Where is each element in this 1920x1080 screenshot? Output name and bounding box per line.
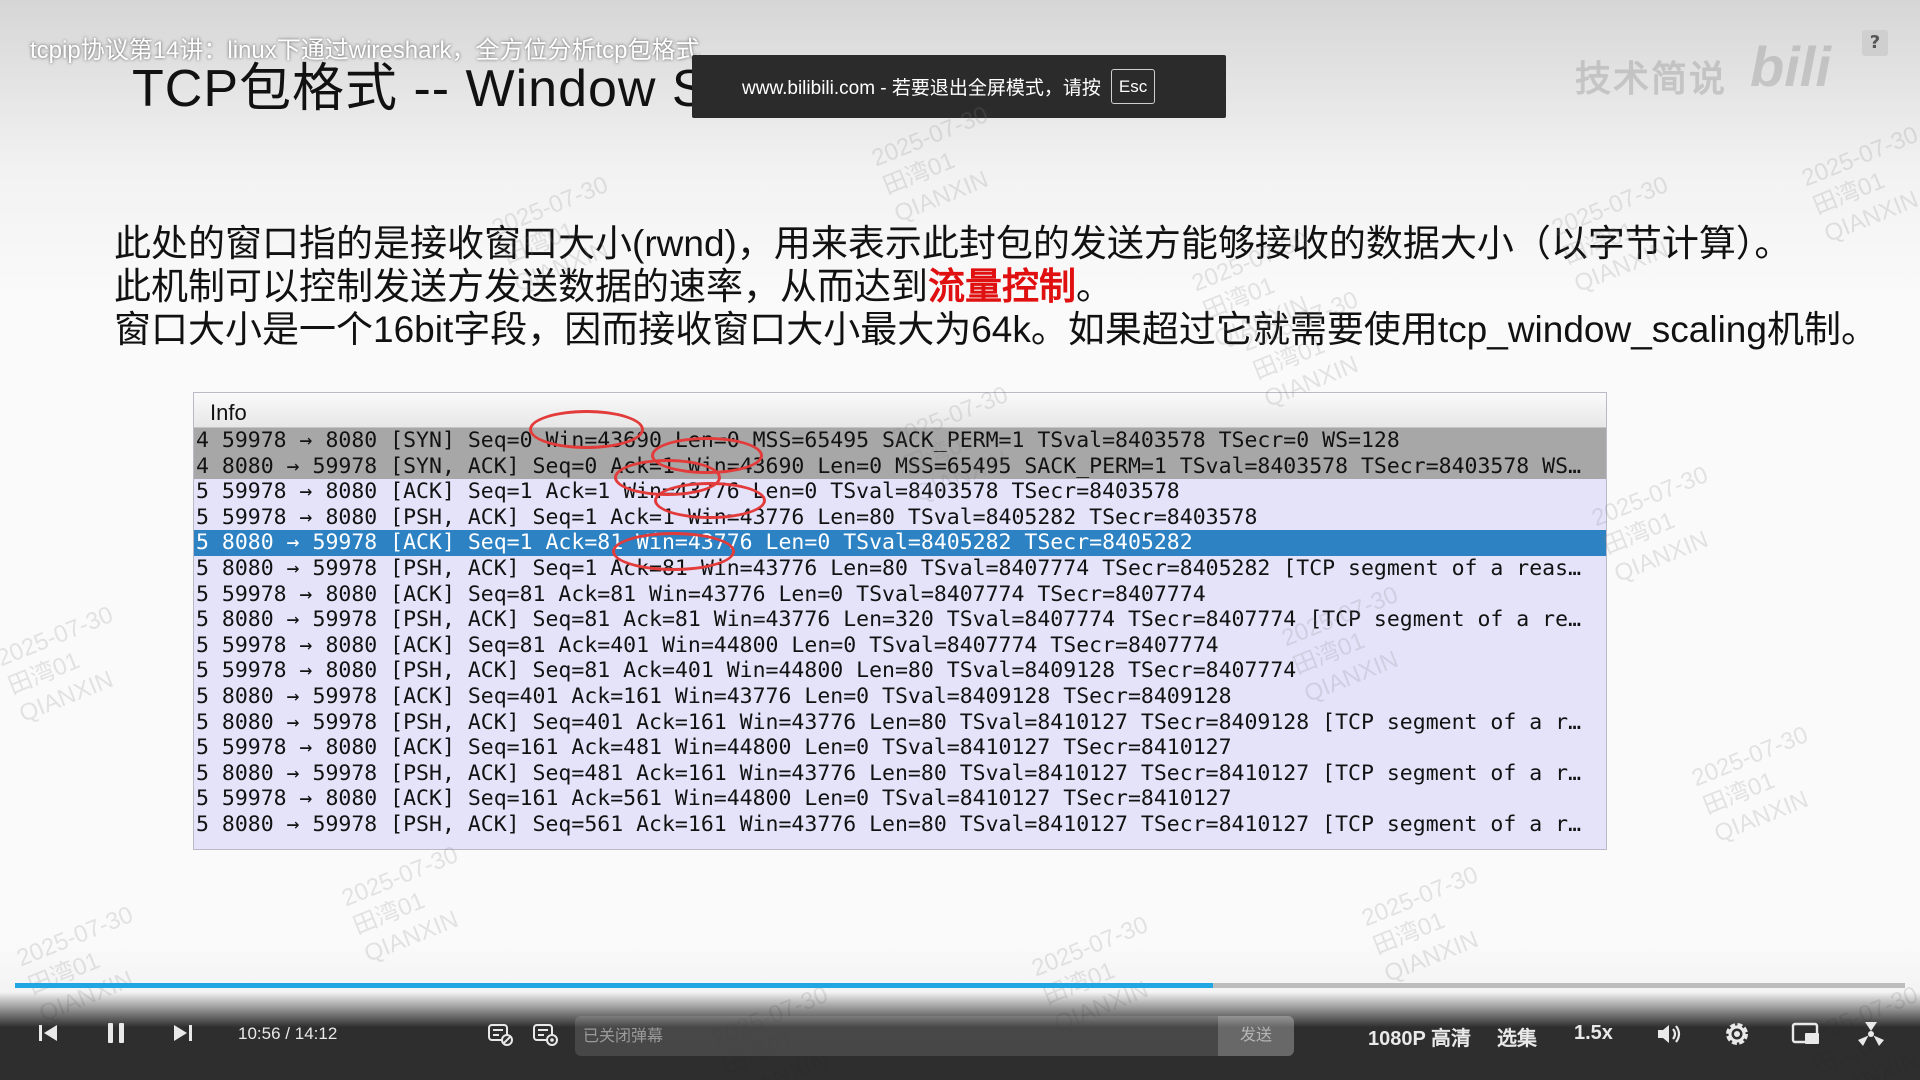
watermark-user: 田湾01 [24, 947, 104, 1001]
watermark-org: QIANXIN [1710, 785, 1813, 848]
watermark-date: 2025-07-30 [337, 841, 462, 913]
esc-key: Esc [1110, 69, 1156, 104]
logo-text: 技术简说 [1575, 58, 1728, 99]
danmaku-input[interactable] [575, 1016, 1225, 1056]
channel-logo: 技术简说 bili [1575, 30, 1895, 100]
volume-icon[interactable] [1655, 1021, 1683, 1047]
video-frame[interactable]: TCP包格式 -- Window Size tcpip协议第14讲：linux下… [0, 0, 1920, 1080]
skip-previous-icon[interactable] [37, 1022, 59, 1044]
packet-row[interactable]: 5 59978 → 8080 [PSH, ACK] Seq=1 Ack=1 Wi… [194, 505, 1606, 531]
watermark-org: QIANXIN [1610, 525, 1713, 588]
watermark-org: QIANXIN [890, 165, 993, 228]
watermark-text: 2025-07-30田湾01QIANXIN [868, 100, 1016, 229]
packet-row[interactable]: 5 59978 → 8080 [ACK] Seq=161 Ack=481 Win… [194, 735, 1606, 761]
watermark-date: 2025-07-30 [1687, 721, 1812, 793]
bilibili-logo: bili [1750, 35, 1831, 98]
desc-line-1: 此处的窗口指的是接收窗口大小(rwnd)，用来表示此封包的发送方能够接收的数据大… [114, 223, 1792, 264]
danmaku-settings-icon[interactable] [532, 1021, 558, 1047]
packet-rows: 4 59978 → 8080 [SYN] Seq=0 Win=43690 Len… [194, 428, 1606, 838]
flow-control-highlight: 流量控制 [928, 266, 1076, 307]
watermark-org: QIANXIN [360, 905, 463, 968]
watermark-text: 2025-07-30田湾01QIANXIN [1688, 720, 1836, 849]
watermark-user: 田湾01 [349, 887, 429, 941]
question-icon[interactable]: ? [1862, 30, 1888, 56]
send-button[interactable]: 发送 [1218, 1016, 1294, 1056]
watermark-user: 田湾01 [1809, 167, 1889, 221]
packet-row[interactable]: 5 8080 → 59978 [PSH, ACK] Seq=401 Ack=16… [194, 710, 1606, 736]
danmaku-box: 发送 [575, 1016, 1294, 1056]
watermark-date: 2025-07-30 [1357, 861, 1482, 933]
fullscreen-exit-icon[interactable] [1856, 1020, 1886, 1048]
packet-row[interactable]: 5 59978 → 8080 [ACK] Seq=1 Ack=1 Win=437… [194, 479, 1606, 505]
packet-row[interactable]: 5 8080 → 59978 [ACK] Seq=401 Ack=161 Win… [194, 684, 1606, 710]
win-annotation-4 [654, 482, 766, 519]
watermark-org: QIANXIN [1380, 925, 1483, 988]
watermark-user: 田湾01 [1369, 907, 1449, 961]
watermark-org: QIANXIN [15, 665, 118, 728]
desc-line-2-prefix: 此机制可以控制发送方发送数据的速率，从而达到 [114, 266, 928, 307]
current-time: 10:56 [238, 1024, 281, 1043]
pause-icon[interactable] [104, 1021, 128, 1045]
column-header-info: Info [194, 393, 1606, 428]
win-annotation-1 [529, 410, 644, 449]
progress-fill [15, 983, 1214, 988]
quality-selector[interactable]: 1080P 高清 [1368, 1022, 1471, 1051]
watermark-text: 2025-07-30田湾01QIANXIN [1588, 460, 1736, 589]
time-display: 10:56 / 14:12 [238, 1024, 337, 1044]
fullscreen-notice-text: www.bilibili.com - 若要退出全屏模式，请按 [742, 78, 1101, 99]
packet-row-selected[interactable]: 5 8080 → 59978 [ACK] Seq=1 Ack=81 Win=43… [194, 530, 1606, 556]
watermark-date: 2025-07-30 [1027, 911, 1152, 983]
packet-row[interactable]: 5 8080 → 59978 [PSH, ACK] Seq=81 Ack=81 … [194, 607, 1606, 633]
progress-bar[interactable] [15, 983, 1905, 988]
watermark-user: 田湾01 [1699, 767, 1779, 821]
watermark-date: 2025-07-30 [0, 601, 117, 673]
time-separator: / [285, 1024, 291, 1043]
watermark-date: 2025-07-30 [12, 901, 137, 973]
watermark-user: 田湾01 [4, 647, 84, 701]
fullscreen-notice: www.bilibili.com - 若要退出全屏模式，请按 Esc [692, 55, 1226, 118]
packet-row[interactable]: 5 8080 → 59978 [PSH, ACK] Seq=1 Ack=81 W… [194, 556, 1606, 582]
duration: 14:12 [294, 1024, 338, 1043]
packet-row[interactable]: 4 8080 → 59978 [SYN, ACK] Seq=0 Ack=1 Wi… [194, 453, 1606, 480]
player-controls: 10:56 / 14:12 发送 1080P 高清 选集 1.5x [0, 992, 1920, 1080]
watermark-text: 2025-07-30田湾01QIANXIN [338, 840, 486, 969]
packet-row[interactable]: 5 8080 → 59978 [PSH, ACK] Seq=481 Ack=16… [194, 761, 1606, 787]
packet-row[interactable]: 5 59978 → 8080 [ACK] Seq=81 Ack=401 Win=… [194, 633, 1606, 659]
danmaku-toggle-icon[interactable] [487, 1021, 513, 1047]
packet-row[interactable]: 5 59978 → 8080 [PSH, ACK] Seq=81 Ack=401… [194, 658, 1606, 684]
desc-line-2: 此机制可以控制发送方发送数据的速率，从而达到流量控制。 [114, 265, 1878, 308]
watermark-text: 2025-07-30田湾01QIANXIN [0, 600, 140, 729]
packet-row[interactable]: 5 59978 → 8080 [ACK] Seq=81 Ack=81 Win=4… [194, 582, 1606, 608]
packet-row[interactable]: 5 8080 → 59978 [PSH, ACK] Seq=561 Ack=16… [194, 812, 1606, 838]
speed-selector[interactable]: 1.5x [1574, 1022, 1613, 1045]
picture-in-picture-icon[interactable] [1791, 1022, 1821, 1046]
video-title: tcpip协议第14讲：linux下通过wireshark，全方位分析tcp包格… [30, 37, 700, 64]
gear-icon[interactable] [1723, 1020, 1751, 1048]
desc-line-2-suffix: 。 [1076, 266, 1113, 307]
desc-line-3: 窗口大小是一个16bit字段，因而接收窗口大小最大为64k。如果超过它就需要使用… [114, 309, 1878, 350]
slide-description: 此处的窗口指的是接收窗口大小(rwnd)，用来表示此封包的发送方能够接收的数据大… [114, 222, 1878, 351]
watermark-date: 2025-07-30 [1797, 121, 1920, 193]
packet-row[interactable]: 4 59978 → 8080 [SYN] Seq=0 Win=43690 Len… [194, 428, 1606, 454]
win-annotation-5 [612, 532, 735, 571]
packet-list: Info 4 59978 → 8080 [SYN] Seq=0 Win=4369… [193, 392, 1607, 850]
packet-row[interactable]: 5 59978 → 8080 [ACK] Seq=161 Ack=561 Win… [194, 786, 1606, 812]
watermark-text: 2025-07-30田湾01QIANXIN [1358, 860, 1506, 989]
skip-next-icon[interactable] [172, 1022, 194, 1044]
episodes-button[interactable]: 选集 [1497, 1022, 1537, 1051]
watermark-user: 田湾01 [879, 147, 959, 201]
watermark-user: 田湾01 [1599, 507, 1679, 561]
